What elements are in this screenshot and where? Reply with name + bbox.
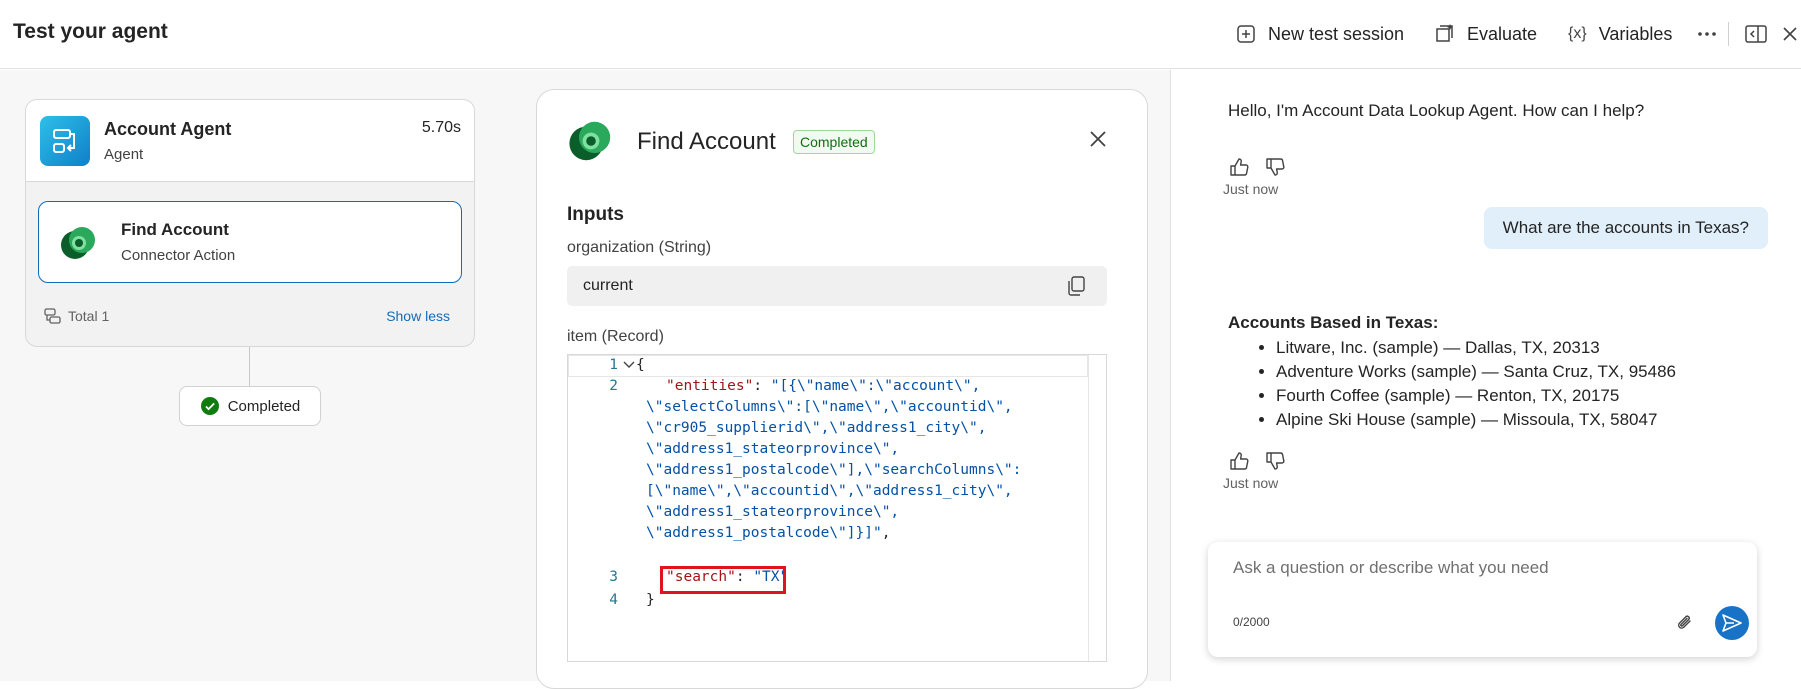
variables-button[interactable]: {x} Variables xyxy=(1568,18,1672,50)
top-bar: Test your agent New test session Evaluat… xyxy=(0,0,1801,69)
code-wrap-line: \"address1_postalcode\"],\"searchColumns… xyxy=(646,462,1022,478)
item-label: item (Record) xyxy=(567,328,664,345)
current-line-highlight xyxy=(568,355,1088,377)
more-icon xyxy=(1698,32,1716,36)
editor-scrollbar-track[interactable] xyxy=(1088,355,1089,661)
agent-flow-icon xyxy=(40,116,90,166)
send-button[interactable] xyxy=(1715,606,1749,640)
new-test-session-button[interactable]: New test session xyxy=(1236,18,1404,50)
bot-response-title: Accounts Based in Texas: xyxy=(1228,313,1439,332)
close-icon xyxy=(1783,27,1797,41)
check-circle-icon xyxy=(200,397,219,415)
bot-response-list: Litware, Inc. (sample) — Dallas, TX, 203… xyxy=(1276,336,1676,432)
list-item: Alpine Ski House (sample) — Missoula, TX… xyxy=(1276,408,1676,432)
code-wrap-line: [\"name\",\"accountid\",\"address1_city\… xyxy=(646,483,1013,499)
evaluate-button[interactable]: Evaluate xyxy=(1433,18,1537,50)
organization-label: organization (String) xyxy=(567,239,712,256)
message-reactions xyxy=(1228,450,1286,472)
line-number: 4 xyxy=(609,592,618,608)
copy-icon[interactable] xyxy=(1067,276,1085,296)
trace-canvas: Account Agent Agent 5.70s Find Account C… xyxy=(0,70,1170,689)
code-wrap-line: \"selectColumns\":[\"name\",\"accountid\… xyxy=(646,399,1013,415)
code-editor[interactable]: 1 { 2 "entities": "[{\"name\":\"account\… xyxy=(567,354,1107,662)
organization-field: current xyxy=(567,266,1107,306)
thumbs-down-icon[interactable] xyxy=(1264,156,1286,178)
bot-message: Hello, I'm Account Data Lookup Agent. Ho… xyxy=(1228,101,1645,120)
completed-label: Completed xyxy=(227,397,301,415)
json-key: "entities" xyxy=(666,378,754,394)
evaluate-icon xyxy=(1436,24,1453,42)
dataverse-logo-icon xyxy=(569,121,611,161)
code-wrap-line: \"cr905_supplierid\",\"address1_city\", xyxy=(646,420,987,436)
variables-icon: {x} xyxy=(1568,25,1587,42)
agent-card: Account Agent Agent 5.70s Find Account C… xyxy=(25,99,475,347)
completed-status: Completed xyxy=(179,386,321,426)
code-wrap-line: \"address1_postalcode\"]}]" xyxy=(646,525,882,541)
action-type: Connector Action xyxy=(121,247,236,264)
thumbs-down-icon[interactable] xyxy=(1264,450,1286,472)
list-item: Adventure Works (sample) — Santa Cruz, T… xyxy=(1276,360,1676,384)
chat-panel: Hello, I'm Account Data Lookup Agent. Ho… xyxy=(1170,70,1801,681)
find-account-action-card[interactable]: Find Account Connector Action xyxy=(38,201,462,283)
code-wrap-line: \"address1_stateorprovince\", xyxy=(646,441,900,457)
page-title: Test your agent xyxy=(13,20,168,43)
agent-card-header[interactable]: Account Agent Agent 5.70s xyxy=(26,100,474,182)
timestamp: Just now xyxy=(1223,475,1279,491)
more-options-button[interactable] xyxy=(1697,18,1717,50)
variables-label: Variables xyxy=(1598,23,1673,44)
list-item: Fourth Coffee (sample) — Renton, TX, 201… xyxy=(1276,384,1676,408)
show-less-link[interactable]: Show less xyxy=(386,308,450,324)
timestamp: Just now xyxy=(1223,181,1279,197)
code-line: } xyxy=(646,592,655,608)
agent-name: Account Agent xyxy=(104,119,232,139)
panel-icon xyxy=(1745,25,1767,43)
steps-icon xyxy=(44,308,61,324)
agent-type: Agent xyxy=(104,146,144,163)
toggle-panel-button[interactable] xyxy=(1745,18,1767,50)
status-badge: Completed xyxy=(793,130,875,154)
json-sep: : xyxy=(753,378,771,394)
chevron-down-icon[interactable] xyxy=(622,360,636,370)
attach-icon[interactable] xyxy=(1675,612,1695,634)
line-number: 1 xyxy=(609,357,618,373)
close-pane-button[interactable] xyxy=(1782,18,1798,50)
code-line: { xyxy=(636,357,645,373)
list-item: Litware, Inc. (sample) — Dallas, TX, 203… xyxy=(1276,336,1676,360)
organization-value: current xyxy=(583,277,633,294)
total-count: Total 1 xyxy=(44,308,109,324)
thumbs-up-icon[interactable] xyxy=(1228,156,1250,178)
dataverse-logo-icon xyxy=(61,227,95,259)
flow-connector xyxy=(249,347,250,387)
new-test-session-label: New test session xyxy=(1268,23,1405,44)
detail-title: Find Account xyxy=(637,128,776,155)
code-wrap-line: \"address1_stateorprovince\", xyxy=(646,504,900,520)
plus-square-icon xyxy=(1237,25,1255,43)
search-highlight-box xyxy=(660,566,786,594)
evaluate-label: Evaluate xyxy=(1467,23,1538,44)
total-label: Total 1 xyxy=(68,308,110,324)
json-string: "[{\"name\":\"account\", xyxy=(770,378,981,394)
character-counter: 0/2000 xyxy=(1233,615,1270,629)
line-number: 2 xyxy=(609,378,618,394)
thumbs-up-icon[interactable] xyxy=(1228,450,1250,472)
json-sep: , xyxy=(881,525,891,541)
action-name: Find Account xyxy=(121,220,229,239)
line-number: 3 xyxy=(609,569,618,585)
chat-input[interactable] xyxy=(1233,558,1713,578)
toolbar-divider xyxy=(1728,22,1729,46)
chat-composer: 0/2000 xyxy=(1208,542,1757,657)
message-reactions xyxy=(1228,156,1286,178)
agent-duration: 5.70s xyxy=(421,119,461,136)
close-icon[interactable] xyxy=(1087,128,1109,150)
action-detail-panel: Find Account Completed Inputs organizati… xyxy=(536,89,1148,689)
user-message: What are the accounts in Texas? xyxy=(1483,207,1768,249)
inputs-heading: Inputs xyxy=(567,204,624,225)
send-icon xyxy=(1722,614,1742,632)
